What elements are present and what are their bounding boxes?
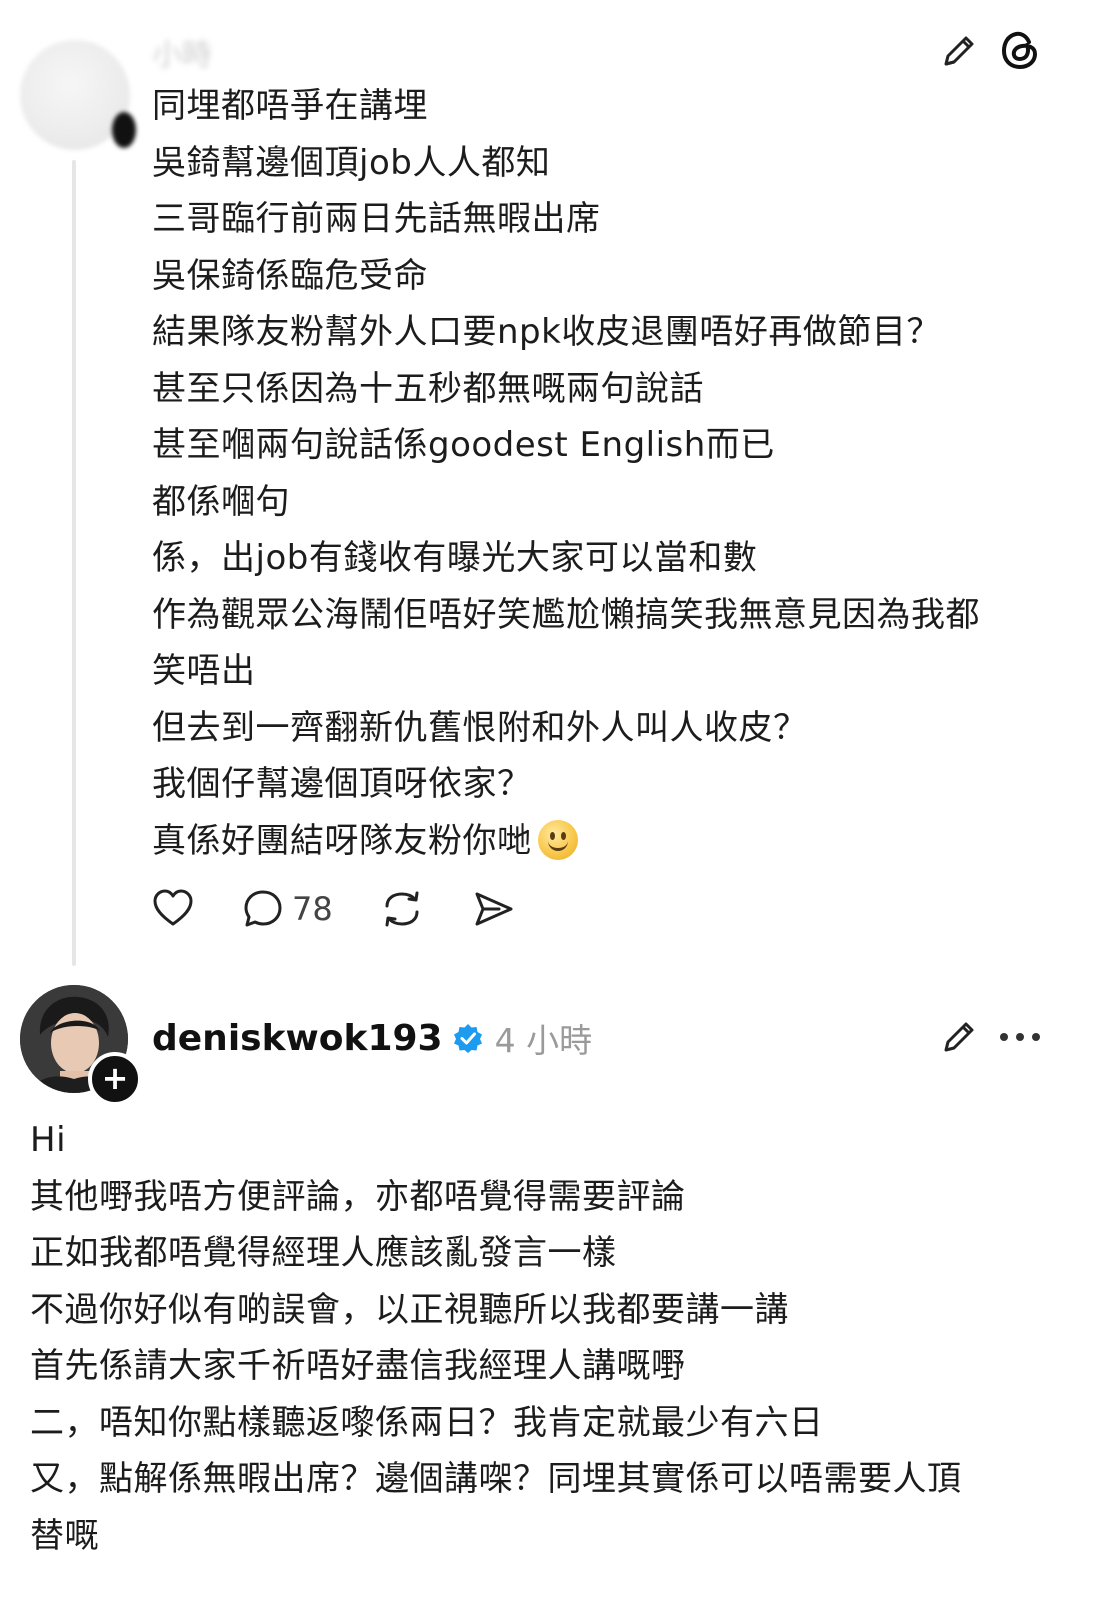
post2-line: 正如我都唔覺得經理人應該亂發言一樣: [30, 1233, 617, 1273]
edit-pencil-icon[interactable]: [938, 30, 980, 76]
post2-line: 替嘅: [30, 1515, 99, 1556]
post2-line: 其他嘢我唔方便評論，亦都唔覺得需要評論: [30, 1176, 686, 1217]
post1-line: 都係嗰句: [152, 481, 290, 522]
post1-line: 結果隊友粉幫外人口要npk收皮退團唔好再做節目？: [152, 312, 941, 352]
post1-line: 我個仔幫邊個頂呀依家？: [152, 764, 532, 804]
post2-header: deniskwok193 4 小時: [152, 1012, 592, 1064]
repost-button[interactable]: [377, 886, 427, 932]
post1-line: 係，出job有錢收有曝光大家可以當和數: [152, 538, 758, 578]
post-timestamp: 4 小時: [494, 1021, 593, 1060]
post1-line-last: 真係好團結呀隊友粉你哋: [152, 813, 1052, 870]
post1-line: 但去到一齊翻新仇舊恨附和外人叫人收皮？: [152, 707, 808, 748]
post1-line: 笑唔出: [152, 651, 256, 691]
post1-line: 吳保錡係臨危受命: [152, 255, 428, 296]
comment-bubble-icon: [244, 890, 282, 927]
post1-line: 甚至只係因為十五秒都無嘅兩句說話: [152, 368, 704, 409]
more-dots-icon[interactable]: [998, 1024, 1042, 1054]
thread-connector-line: [72, 160, 76, 966]
post1-line-text: 真係好團結呀隊友粉你哋: [152, 820, 532, 861]
post2-line: 又，點解係無暇出席？邊個講㗎？同埋其實係可以唔需要人頂: [30, 1459, 962, 1499]
post1-time: 小時: [152, 38, 212, 73]
follow-button[interactable]: +: [88, 1052, 142, 1106]
reply-button[interactable]: 78: [240, 886, 333, 932]
post1-line: 三哥臨行前兩日先話無暇出席: [152, 199, 601, 239]
post1-line: 吳錡幫邊個頂job人人都知: [152, 142, 551, 183]
post1-line: 甚至嗰兩句說話係goodest English而已: [152, 425, 775, 465]
reply-count: 78: [292, 890, 333, 928]
share-button[interactable]: [471, 886, 517, 932]
post2-line: 不過你好似有啲誤會，以正視聽所以我都要講一講: [30, 1289, 789, 1330]
post1-line: 作為觀眾公海鬧佢唔好笑尷尬懶搞笑我無意見因為我都: [152, 594, 980, 635]
post1-body: 同埋都唔爭在講埋 吳錡幫邊個頂job人人都知 三哥臨行前兩日先話無暇出席 吳保錡…: [152, 78, 1052, 869]
post2-line: Hi: [30, 1120, 67, 1160]
smiling-face-emoji-icon: [537, 819, 578, 860]
like-button[interactable]: [150, 886, 196, 932]
post2-body: Hi 其他嘢我唔方便評論，亦都唔覺得需要評論 正如我都唔覺得經理人應該亂發言一樣…: [30, 1112, 1090, 1564]
heart-icon: [153, 889, 193, 926]
username[interactable]: deniskwok193: [152, 1018, 443, 1059]
post1-action-bar: 78: [150, 882, 561, 936]
verified-badge-icon: [453, 1024, 482, 1053]
post1-line: 同埋都唔爭在講埋: [152, 86, 428, 126]
threads-logo-icon[interactable]: [996, 26, 1044, 78]
post1-header-blurred: 小時: [152, 30, 212, 74]
send-icon: [475, 892, 513, 926]
edit-pencil-icon[interactable]: [938, 1016, 980, 1062]
post2-line: 首先係請大家千祈唔好盡信我經理人講嘅嘢: [30, 1346, 686, 1386]
repost-icon: [385, 891, 419, 927]
post1-avatar-decoration: [112, 112, 136, 148]
post2-line: 二，唔知你點樣聽返嚟係兩日？我肯定就最少有六日: [30, 1402, 824, 1443]
